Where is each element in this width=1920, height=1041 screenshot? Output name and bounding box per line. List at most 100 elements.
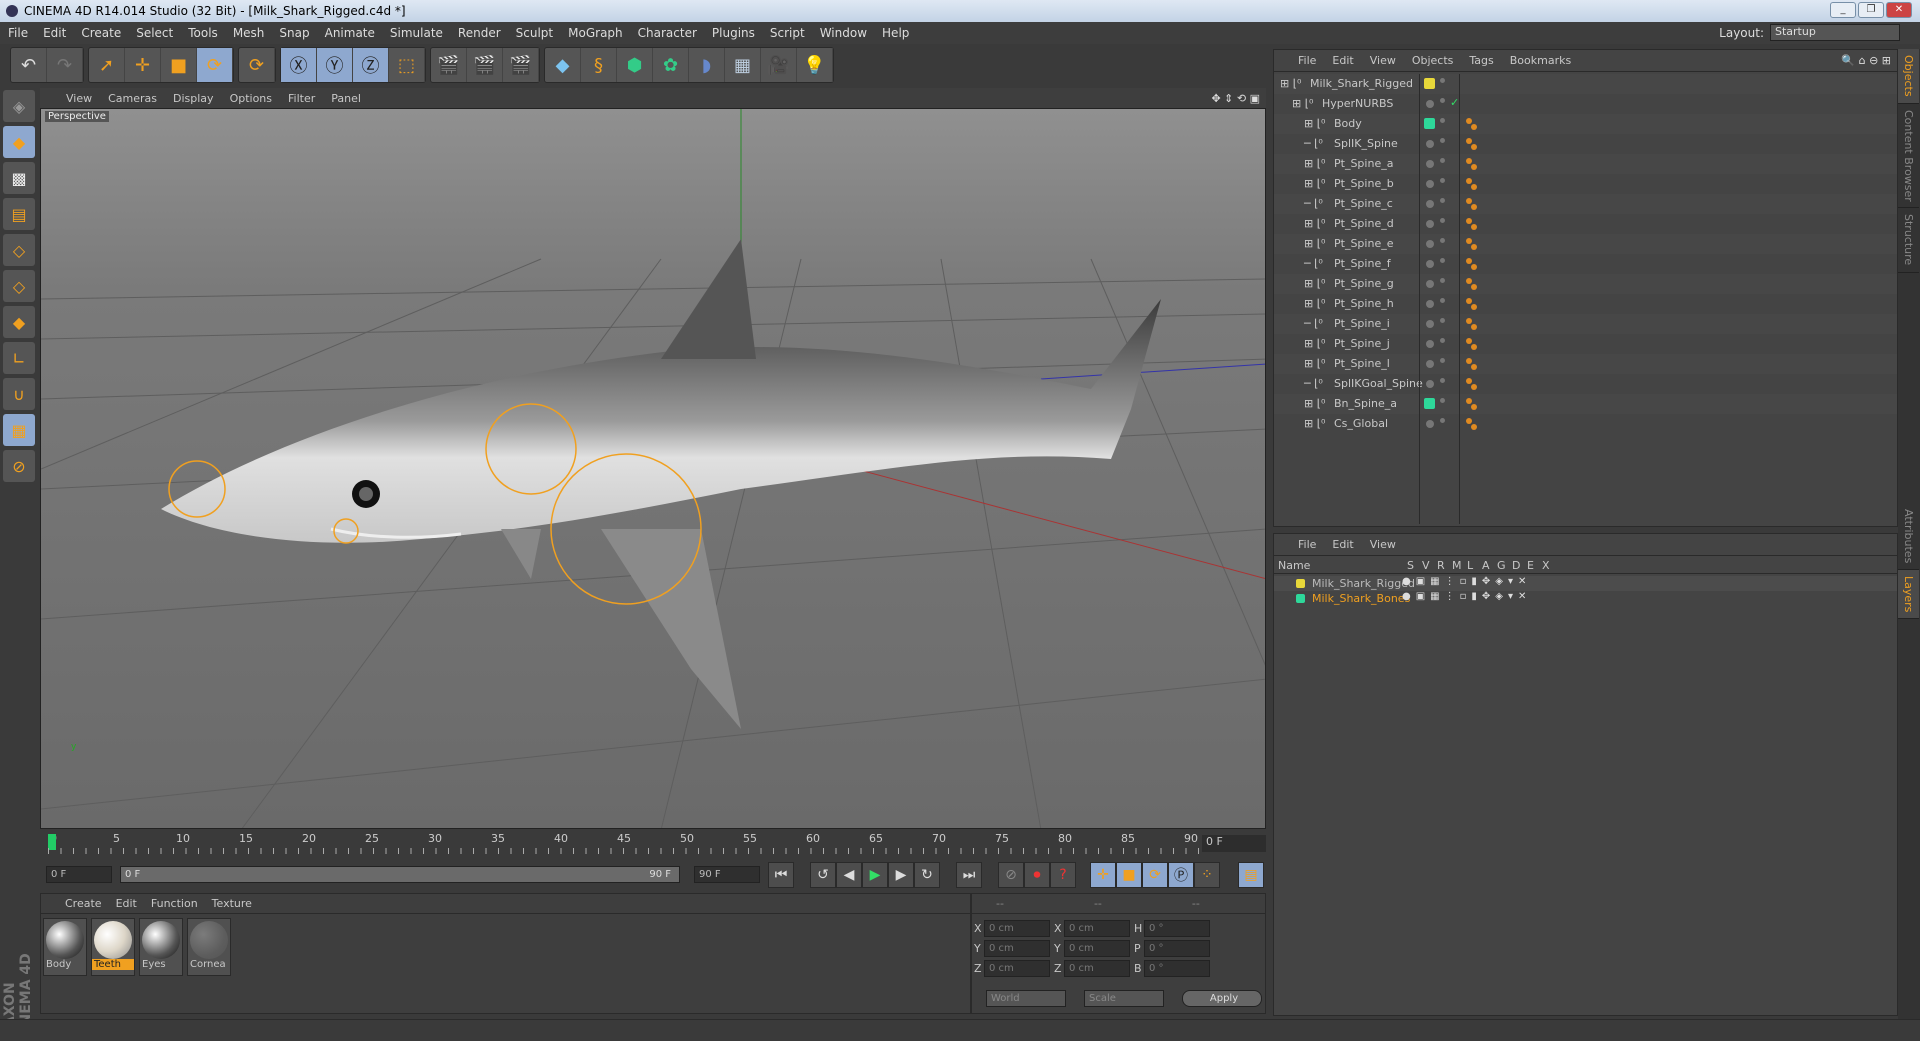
points-mode-icon[interactable]: ◇ xyxy=(3,234,35,266)
ik-tag-icon[interactable] xyxy=(1466,218,1472,224)
key-position-icon[interactable]: ✛ xyxy=(1090,862,1116,888)
model-mode-icon[interactable]: ◆ xyxy=(3,126,35,158)
viewport-menu-display[interactable]: Display xyxy=(173,92,214,105)
axis-icon[interactable]: ∟ xyxy=(3,342,35,374)
ik-tag-icon[interactable] xyxy=(1466,418,1472,424)
close-button[interactable]: ✕ xyxy=(1886,2,1912,18)
object-row[interactable]: ⊞ ⌊⁰ Bn_Spine_a xyxy=(1274,394,1897,414)
obj-menu-objects[interactable]: Objects xyxy=(1412,54,1454,67)
coordinate-system-icon[interactable]: ⬚ xyxy=(389,48,425,82)
layer-menu-file[interactable]: File xyxy=(1298,538,1316,551)
ik-tag-icon[interactable] xyxy=(1471,264,1477,270)
render-visibility-dot[interactable] xyxy=(1440,318,1445,323)
render-visibility-dot[interactable] xyxy=(1440,298,1445,303)
camera-icon[interactable]: 🎥 xyxy=(761,48,797,82)
ik-tag-icon[interactable] xyxy=(1466,278,1472,284)
object-row[interactable]: ─ ⌊⁰ Pt_Spine_i xyxy=(1274,314,1897,334)
menu-file[interactable]: File xyxy=(8,26,28,40)
apply-button[interactable]: Apply xyxy=(1182,990,1262,1007)
layout-dropdown[interactable]: Startup xyxy=(1770,24,1900,41)
texture-mode-icon[interactable]: ▩ xyxy=(3,162,35,194)
menu-character[interactable]: Character xyxy=(638,26,697,40)
coord-value-field[interactable]: 0 cm xyxy=(984,940,1050,957)
deformer-icon[interactable]: ◗ xyxy=(689,48,725,82)
ik-tag-icon[interactable] xyxy=(1471,204,1477,210)
step-back-icon[interactable]: ◀ xyxy=(836,862,862,888)
snap-icon[interactable]: ▦ xyxy=(3,414,35,446)
move-icon[interactable]: ✛ xyxy=(125,48,161,82)
layer-name[interactable]: Milk_Shark_Rigged xyxy=(1312,577,1415,590)
viewport-menu-filter[interactable]: Filter xyxy=(288,92,315,105)
render-picture-viewer-icon[interactable]: 🎬 xyxy=(467,48,503,82)
key-scale-icon[interactable]: ■ xyxy=(1116,862,1142,888)
ik-tag-icon[interactable] xyxy=(1471,224,1477,230)
ik-tag-icon[interactable] xyxy=(1471,384,1477,390)
editor-visibility-dot[interactable] xyxy=(1426,240,1434,248)
object-row[interactable]: ⊞ ⌊⁰ Pt_Spine_d xyxy=(1274,214,1897,234)
ik-tag-icon[interactable] xyxy=(1466,298,1472,304)
start-frame-field[interactable]: 0 F xyxy=(46,866,112,883)
material-body[interactable]: Body xyxy=(43,918,87,976)
checkmark-icon[interactable]: ✓ xyxy=(1450,96,1459,109)
render-visibility-dot[interactable] xyxy=(1440,98,1445,103)
layer-column-header[interactable]: Name xyxy=(1278,559,1310,572)
object-row[interactable]: ⊞ ⌊⁰ Pt_Spine_g xyxy=(1274,274,1897,294)
scale-icon[interactable]: ■ xyxy=(161,48,197,82)
floor-icon[interactable]: ▦ xyxy=(725,48,761,82)
ik-tag-icon[interactable] xyxy=(1466,378,1472,384)
minimize-button[interactable]: _ xyxy=(1830,2,1856,18)
render-visibility-dot[interactable] xyxy=(1440,378,1445,383)
editor-visibility-dot[interactable] xyxy=(1426,160,1434,168)
object-row[interactable]: ⊞ ⌊⁰ Body xyxy=(1274,114,1897,134)
loop-forward-icon[interactable]: ↻ xyxy=(914,862,940,888)
x-axis-icon[interactable]: Ⓧ xyxy=(281,48,317,82)
layer-column-header[interactable]: D xyxy=(1512,559,1520,572)
object-row[interactable]: ⊞ ⌊⁰ Cs_Global xyxy=(1274,414,1897,434)
layer-column-header[interactable]: L xyxy=(1467,559,1473,572)
edges-mode-icon[interactable]: ◇ xyxy=(3,270,35,302)
tab-structure[interactable]: Structure xyxy=(1898,208,1919,273)
render-visibility-dot[interactable] xyxy=(1440,118,1445,123)
menu-help[interactable]: Help xyxy=(882,26,909,40)
object-row[interactable]: ─ ⌊⁰ Pt_Spine_f xyxy=(1274,254,1897,274)
y-axis-icon[interactable]: Ⓨ xyxy=(317,48,353,82)
coord-value-field[interactable]: 0 cm xyxy=(984,960,1050,977)
ik-tag-icon[interactable] xyxy=(1471,324,1477,330)
render-visibility-dot[interactable] xyxy=(1440,158,1445,163)
object-row[interactable]: ⊞ ⌊⁰ Pt_Spine_h xyxy=(1274,294,1897,314)
layer-column-header[interactable]: X xyxy=(1542,559,1550,572)
cube-icon[interactable]: ◆ xyxy=(545,48,581,82)
end-frame-field[interactable]: 90 F xyxy=(694,866,760,883)
object-row[interactable]: ⊞ ⌊⁰ Milk_Shark_Rigged xyxy=(1274,74,1897,94)
layer-column-header[interactable]: S xyxy=(1407,559,1414,572)
magnet-icon[interactable]: ∪ xyxy=(3,378,35,410)
maximize-button[interactable]: ❐ xyxy=(1858,2,1884,18)
editor-visibility-dot[interactable] xyxy=(1426,200,1434,208)
viewport-nav-icons[interactable]: ✥ ⇕ ⟲ ▣ xyxy=(1211,92,1260,105)
render-visibility-dot[interactable] xyxy=(1440,218,1445,223)
autokey-icon[interactable]: ? xyxy=(1050,862,1076,888)
mat-menu-edit[interactable]: Edit xyxy=(116,897,137,910)
editor-visibility-dot[interactable] xyxy=(1426,420,1434,428)
ik-tag-icon[interactable] xyxy=(1466,338,1472,344)
menu-mograph[interactable]: MoGraph xyxy=(568,26,623,40)
coord-value-field[interactable]: 0 cm xyxy=(1064,920,1130,937)
layer-menu-edit[interactable]: Edit xyxy=(1332,538,1353,551)
object-row[interactable]: ─ ⌊⁰ SplIKGoal_Spine xyxy=(1274,374,1897,394)
select-cursor-icon[interactable]: ➚ xyxy=(89,48,125,82)
object-row[interactable]: ⊞ ⌊⁰ Pt_Spine_b xyxy=(1274,174,1897,194)
play-icon[interactable]: ▶ xyxy=(862,862,888,888)
render-visibility-dot[interactable] xyxy=(1440,358,1445,363)
menu-select[interactable]: Select xyxy=(136,26,173,40)
editor-visibility-dot[interactable] xyxy=(1426,320,1434,328)
go-to-start-icon[interactable]: ⏮ xyxy=(768,862,794,888)
menu-mesh[interactable]: Mesh xyxy=(233,26,265,40)
tab-content-browser[interactable]: Content Browser xyxy=(1898,104,1919,209)
key-parameter-icon[interactable]: Ⓟ xyxy=(1168,862,1194,888)
layer-column-header[interactable]: G xyxy=(1497,559,1506,572)
object-row[interactable]: ⊞ ⌊⁰ HyperNURBS ✓ xyxy=(1274,94,1897,114)
make-editable-icon[interactable]: ◈ xyxy=(3,90,35,122)
coord-value-field[interactable]: 0 ° xyxy=(1144,940,1210,957)
menu-create[interactable]: Create xyxy=(81,26,121,40)
render-settings-icon[interactable]: 🎬 xyxy=(503,48,539,82)
